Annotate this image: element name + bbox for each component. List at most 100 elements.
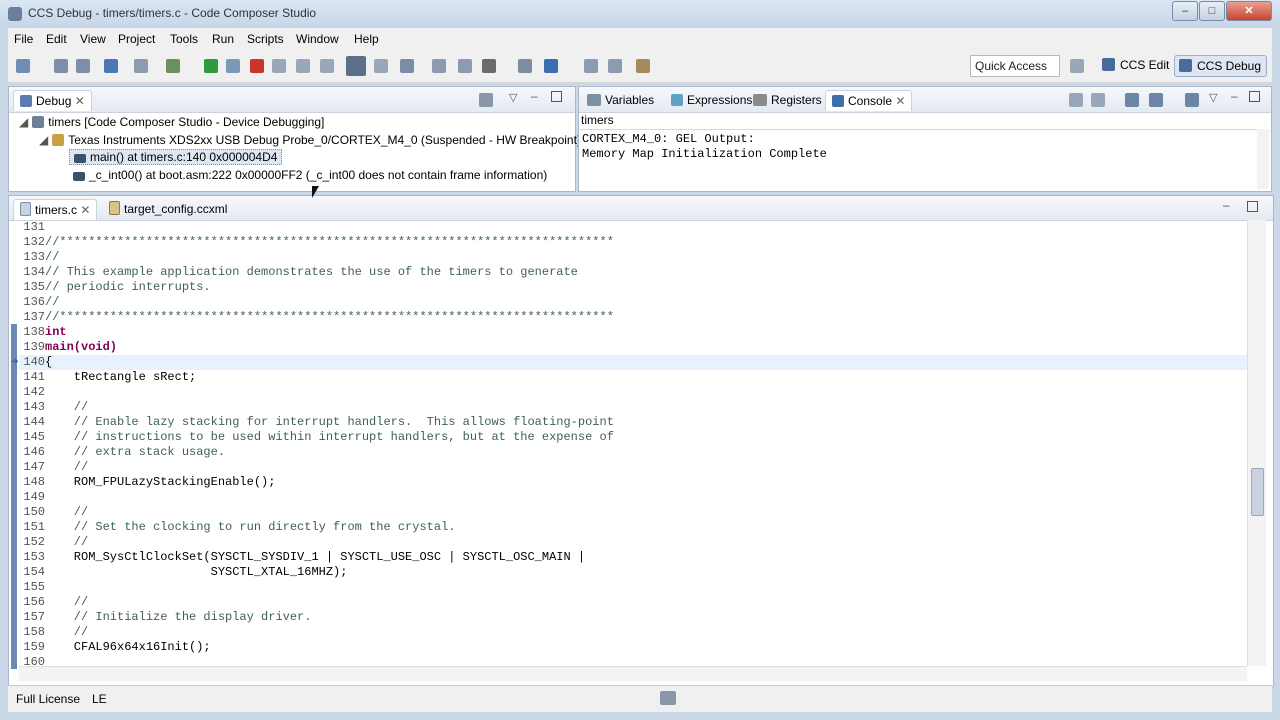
maximize-view-icon[interactable] [551, 91, 562, 102]
menu-project[interactable]: Project [118, 32, 155, 46]
debug-icon[interactable] [134, 59, 148, 73]
clear-console-icon[interactable] [1069, 93, 1083, 107]
tab-expressions[interactable]: Expressions [665, 90, 758, 110]
perspective-ccs-edit[interactable]: CCS Edit [1098, 55, 1174, 75]
code-line[interactable]: 146 // extra stack usage. [19, 445, 1247, 460]
code-editor[interactable]: 131 132//********************************… [19, 220, 1249, 665]
scroll-lock-icon[interactable] [1091, 93, 1105, 107]
remove-terminated-icon[interactable] [479, 93, 493, 107]
console-scrollbar[interactable] [1257, 129, 1269, 189]
menu-run[interactable]: Run [212, 32, 234, 46]
step-return-icon[interactable] [320, 59, 334, 73]
display-console-icon[interactable] [1149, 93, 1163, 107]
code-line[interactable]: 134// This example application demonstra… [19, 265, 1247, 280]
code-line[interactable]: 149 [19, 490, 1247, 505]
code-line[interactable]: 155 [19, 580, 1247, 595]
suspend-icon[interactable] [226, 59, 240, 73]
tab-variables[interactable]: Variables [581, 90, 660, 110]
save-icon[interactable] [54, 59, 68, 73]
tab-registers[interactable]: Registers [747, 90, 828, 110]
code-line[interactable]: 143 // [19, 400, 1247, 415]
menu-file[interactable]: File [14, 32, 33, 46]
code-line[interactable]: 131 [19, 220, 1247, 235]
menu-tools[interactable]: Tools [170, 32, 198, 46]
code-line[interactable]: 145 // instructions to be used within in… [19, 430, 1247, 445]
code-line[interactable]: 148 ROM_FPULazyStackingEnable(); [19, 475, 1247, 490]
close-icon[interactable]: ✕ [80, 203, 90, 217]
step-into-icon[interactable] [272, 59, 286, 73]
code-line[interactable]: 141 tRectangle sRect; [19, 370, 1247, 385]
expand-icon[interactable]: ◢ [19, 115, 28, 129]
code-line[interactable]: 160 [19, 655, 1247, 665]
pin-icon[interactable] [636, 59, 650, 73]
code-line[interactable]: 152 // [19, 535, 1247, 550]
terminate-icon[interactable] [250, 59, 264, 73]
debug-target-row[interactable]: ◢ Texas Instruments XDS2xx USB Debug Prob… [39, 133, 581, 147]
new-icon[interactable] [16, 59, 30, 73]
view-menu-icon[interactable]: ▽ [1209, 91, 1217, 104]
scrollbar-thumb[interactable] [1251, 468, 1264, 516]
maximize-view-icon[interactable] [1249, 91, 1260, 102]
stack-frame-main[interactable]: main() at timers.c:140 0x000004D4 [69, 149, 283, 165]
menu-scripts[interactable]: Scripts [247, 32, 284, 46]
menu-edit[interactable]: Edit [46, 32, 67, 46]
code-line[interactable]: 140{ [19, 355, 1247, 370]
minimize-view-icon[interactable]: – [1231, 89, 1238, 103]
code-line[interactable]: 158 // [19, 625, 1247, 640]
debug-session-row[interactable]: ◢ timers [Code Composer Studio - Device D… [19, 115, 324, 129]
memory-icon[interactable] [482, 59, 496, 73]
code-line[interactable]: 159 CFAL96x64x16Init(); [19, 640, 1247, 655]
minimize-button[interactable]: – [1172, 1, 1198, 21]
restart-icon[interactable] [400, 59, 414, 73]
stack-frame-c-int00[interactable]: _c_int00() at boot.asm:222 0x00000FF2 (_… [73, 168, 547, 182]
close-icon[interactable]: ✕ [895, 94, 905, 108]
clock-icon[interactable] [432, 59, 446, 73]
code-line[interactable]: 138int [19, 325, 1247, 340]
code-line[interactable]: 156 // [19, 595, 1247, 610]
menu-view[interactable]: View [80, 32, 106, 46]
code-line[interactable]: 135// periodic interrupts. [19, 280, 1247, 295]
code-line[interactable]: 147 // [19, 460, 1247, 475]
resume-icon[interactable] [204, 59, 218, 73]
editor-horizontal-scrollbar[interactable] [19, 666, 1247, 681]
reset-icon[interactable] [374, 59, 388, 73]
quick-access-input[interactable]: Quick Access [970, 55, 1060, 77]
maximize-button[interactable]: □ [1199, 1, 1225, 21]
minimize-editor-icon[interactable]: – [1223, 198, 1230, 212]
tab-debug[interactable]: Debug ✕ [13, 90, 92, 111]
perspective-ccs-debug[interactable]: CCS Debug [1174, 55, 1268, 77]
expand-icon[interactable]: ◢ [39, 133, 48, 147]
build-icon[interactable] [104, 59, 118, 73]
code-line[interactable]: 144 // Enable lazy stacking for interrup… [19, 415, 1247, 430]
save-all-icon[interactable] [76, 59, 90, 73]
code-line[interactable]: 133// [19, 250, 1247, 265]
close-button[interactable]: ✕ [1226, 1, 1272, 21]
code-line[interactable]: 132//***********************************… [19, 235, 1247, 250]
code-line[interactable]: 136// [19, 295, 1247, 310]
maximize-editor-icon[interactable] [1247, 201, 1258, 212]
connect-icon[interactable] [166, 59, 180, 73]
license-status[interactable]: Full License [16, 692, 80, 706]
load-icon[interactable] [544, 59, 558, 73]
code-line[interactable]: 139main(void) [19, 340, 1247, 355]
view-menu-icon[interactable]: ▽ [509, 91, 517, 104]
editor-vertical-scrollbar[interactable] [1247, 220, 1266, 666]
tab-target-config[interactable]: target_config.ccxml [103, 199, 233, 219]
back-icon[interactable] [584, 59, 598, 73]
open-console-icon[interactable] [1185, 93, 1199, 107]
forward-icon[interactable] [608, 59, 622, 73]
status-device-icon[interactable] [660, 691, 676, 705]
profile-icon[interactable] [458, 59, 472, 73]
code-line[interactable]: 151 // Set the clocking to run directly … [19, 520, 1247, 535]
step-over-icon[interactable] [296, 59, 310, 73]
code-line[interactable]: 137//***********************************… [19, 310, 1247, 325]
pin-console-icon[interactable] [1125, 93, 1139, 107]
code-line[interactable]: 154 SYSCTL_XTAL_16MHZ); [19, 565, 1247, 580]
close-icon[interactable]: ✕ [75, 94, 85, 108]
open-perspective-icon[interactable] [1070, 59, 1084, 73]
tab-console[interactable]: Console ✕ [825, 90, 913, 111]
code-line[interactable]: 150 // [19, 505, 1247, 520]
code-line[interactable]: 157 // Initialize the display driver. [19, 610, 1247, 625]
target-icon[interactable] [518, 59, 532, 73]
assembly-step-icon[interactable] [346, 56, 366, 76]
